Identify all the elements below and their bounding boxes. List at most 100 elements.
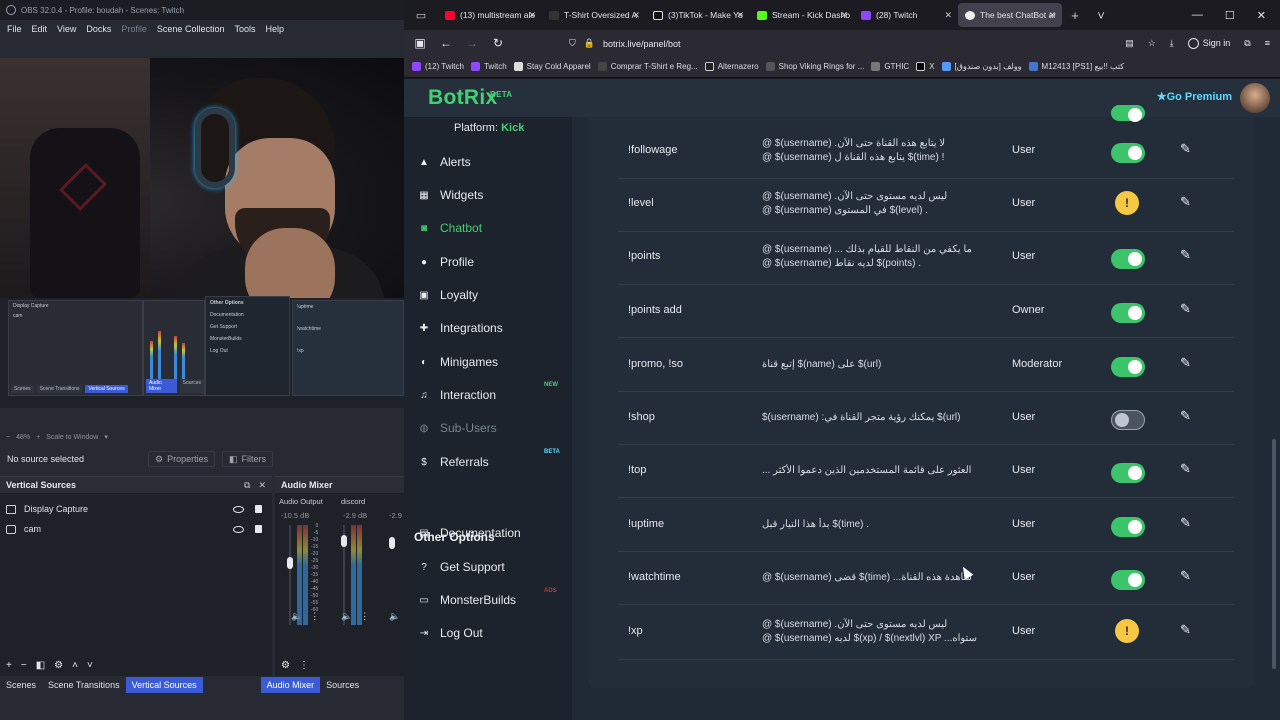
- command-toggle[interactable]: [1111, 303, 1145, 323]
- close-tab-icon[interactable]: ✕: [1048, 10, 1056, 21]
- maximize-icon[interactable]: ☐: [1225, 9, 1235, 22]
- close-tab-icon[interactable]: ✕: [528, 10, 536, 21]
- sidebar-item-profile[interactable]: ● Profile: [418, 252, 568, 272]
- filters-button[interactable]: ◧ Filters: [222, 451, 274, 467]
- properties-button[interactable]: ⚙ Properties: [148, 451, 216, 467]
- warning-icon[interactable]: !: [1115, 191, 1139, 215]
- move-up-icon[interactable]: ˄: [72, 660, 78, 671]
- list-tabs-icon[interactable]: ▭: [404, 9, 438, 22]
- lock-icon[interactable]: [255, 505, 262, 513]
- menu-tools[interactable]: Tools: [234, 24, 255, 34]
- tab-overflow-icon[interactable]: ˅: [1088, 8, 1114, 23]
- browser-tab[interactable]: Stream - Kick Dashb ✕: [750, 3, 854, 27]
- mixer-more-icon[interactable]: ⋮: [299, 660, 309, 671]
- scale-mode[interactable]: Scale to Window: [46, 434, 98, 441]
- edit-icon[interactable]: ✎: [1180, 194, 1191, 210]
- filter-icon[interactable]: ◧: [36, 660, 45, 671]
- bookmark-item[interactable]: Alternazero: [704, 62, 759, 71]
- address-bar[interactable]: ⛉ 🔒 botrix.live/panel/bot: [569, 34, 1089, 53]
- move-down-icon[interactable]: ˅: [87, 660, 93, 671]
- add-icon[interactable]: +: [6, 660, 12, 671]
- speaker-icon[interactable]: 🔈: [389, 611, 400, 622]
- bookmark-item[interactable]: GTHIC: [871, 62, 909, 71]
- sidebar-item-widgets[interactable]: ▦ Widgets: [418, 185, 568, 205]
- browser-tab[interactable]: T-Shirt Oversized A ✕: [542, 3, 646, 27]
- minimize-icon[interactable]: —: [1192, 9, 1203, 21]
- sidebar-item-get-support[interactable]: ? Get Support: [418, 557, 568, 577]
- sidebar-item-referrals[interactable]: $ Referrals: [418, 452, 568, 472]
- close-window-icon[interactable]: ✕: [1257, 9, 1266, 22]
- close-tab-icon[interactable]: ✕: [944, 10, 952, 21]
- lock-icon[interactable]: 🔒: [584, 38, 595, 49]
- reader-mode-icon[interactable]: ▤: [1125, 38, 1134, 49]
- command-toggle[interactable]: [1111, 517, 1145, 537]
- browser-tab[interactable]: (13) multistream ale ✕: [438, 3, 542, 27]
- sidebar-item-loyalty[interactable]: ▣ Loyalty: [418, 285, 568, 305]
- command-toggle-off[interactable]: [1111, 410, 1145, 430]
- menu-docks[interactable]: Docks: [86, 24, 111, 34]
- command-toggle[interactable]: [1111, 357, 1145, 377]
- edit-icon[interactable]: ✎: [1180, 355, 1191, 371]
- command-toggle[interactable]: [1111, 143, 1145, 163]
- speaker-icon[interactable]: 🔈: [291, 611, 302, 622]
- extensions-icon[interactable]: ⧉: [1244, 38, 1250, 49]
- new-tab-icon[interactable]: +: [1062, 8, 1088, 23]
- browser-tab[interactable]: (3)TikTok - Make Yo ✕: [646, 3, 750, 27]
- bookmark-item[interactable]: Twitch: [470, 62, 507, 71]
- downloads-icon[interactable]: ⤓: [1170, 38, 1174, 49]
- menu-icon[interactable]: ≡: [1265, 38, 1270, 48]
- edit-icon[interactable]: ✎: [1180, 515, 1191, 531]
- mixer-settings-icon[interactable]: ⚙: [281, 660, 290, 671]
- lock-icon[interactable]: [255, 525, 262, 533]
- tab-audio-mixer[interactable]: Audio Mixer: [260, 677, 321, 693]
- tab-scenes[interactable]: Scenes: [0, 677, 42, 693]
- bookmark-item[interactable]: Comprar T-Shirt e Reg...: [597, 62, 698, 71]
- close-tab-icon[interactable]: ✕: [736, 10, 744, 21]
- source-cam[interactable]: cam: [0, 519, 272, 539]
- menu-view[interactable]: View: [57, 24, 76, 34]
- edit-icon[interactable]: ✎: [1180, 461, 1191, 477]
- visibility-eye-icon[interactable]: [233, 525, 244, 533]
- menu-edit[interactable]: Edit: [32, 24, 48, 34]
- warning-icon[interactable]: !: [1115, 619, 1139, 643]
- browser-tab-active[interactable]: The best ChatBot ar ✕: [958, 3, 1062, 27]
- bookmark-item[interactable]: (12) Twitch: [412, 62, 464, 71]
- menu-profile[interactable]: Profile: [121, 24, 147, 34]
- bookmark-item[interactable]: Stay Cold Apparel: [513, 62, 591, 71]
- tab-scene-transitions[interactable]: Scene Transitions: [42, 677, 126, 693]
- sidebar-item-chatbot[interactable]: ◙ Chatbot: [418, 218, 568, 238]
- bookmark-item[interactable]: Shop Viking Rings for ...: [765, 62, 864, 71]
- bookmark-item[interactable]: وولف [بدون صندوق]: [941, 62, 1022, 71]
- zoom-plus-icon[interactable]: +: [36, 434, 40, 441]
- obs-preview-canvas[interactable]: [0, 58, 404, 298]
- edit-icon[interactable]: ✎: [1180, 301, 1191, 317]
- url-text[interactable]: botrix.live/panel/bot: [603, 39, 681, 49]
- tab-vertical-sources[interactable]: Vertical Sources: [125, 677, 203, 693]
- command-toggle[interactable]: [1111, 570, 1145, 590]
- bookmark-item[interactable]: X: [916, 62, 935, 71]
- visibility-eye-icon[interactable]: [233, 505, 244, 513]
- bookmark-item[interactable]: M12413 [PS1] كتب !!بيع: [1028, 62, 1124, 71]
- menu-help[interactable]: Help: [265, 24, 284, 34]
- botrix-logo[interactable]: BotRix BETA: [428, 86, 512, 110]
- sidebar-item-integrations[interactable]: ✚ Integrations: [418, 318, 568, 338]
- undock-icon[interactable]: ⧉: [244, 480, 250, 491]
- browser-tab[interactable]: (28) Twitch ✕: [854, 3, 958, 27]
- edit-icon[interactable]: ✎: [1180, 408, 1191, 424]
- volume-knob[interactable]: [287, 557, 293, 569]
- close-tab-icon[interactable]: ✕: [840, 10, 848, 21]
- remove-icon[interactable]: −: [21, 660, 27, 671]
- sidebar-item-alerts[interactable]: ▲ Alerts: [418, 152, 568, 172]
- close-tab-icon[interactable]: ✕: [632, 10, 640, 21]
- volume-knob[interactable]: [341, 535, 347, 547]
- close-icon[interactable]: ✕: [258, 480, 266, 491]
- command-toggle[interactable]: [1111, 463, 1145, 483]
- edit-icon[interactable]: ✎: [1180, 247, 1191, 263]
- more-icon[interactable]: ⋮: [360, 611, 369, 622]
- command-toggle[interactable]: [1111, 249, 1145, 269]
- volume-knob[interactable]: [389, 537, 395, 549]
- back-icon[interactable]: ←: [438, 36, 454, 50]
- volume-slider[interactable]: [289, 525, 291, 625]
- signin-button[interactable]: Sign in: [1187, 37, 1230, 49]
- shield-icon[interactable]: ⛉: [569, 38, 576, 49]
